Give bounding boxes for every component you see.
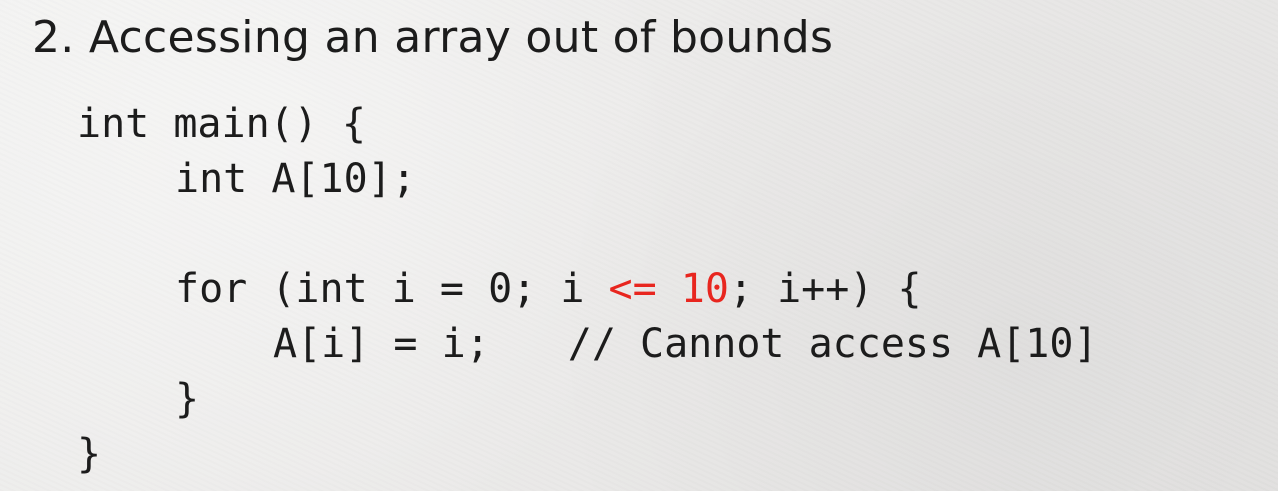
code-line-loop-close: }	[175, 376, 200, 422]
code-line-assignment: A[i] = i; // Cannot access A[10]	[77, 317, 1098, 372]
for-loop-prefix: for (int i = 0; i	[175, 266, 609, 312]
code-comment: // Cannot access A[10]	[567, 321, 1098, 367]
code-line-array-declaration: int A[10];	[175, 156, 416, 202]
code-line-main-close: }	[77, 431, 102, 477]
code-block: int main() { int A[10]; for (int i = 0; …	[77, 97, 1098, 482]
for-loop-suffix: ; i++) {	[728, 266, 922, 312]
loop-condition-highlight: <= 10	[608, 266, 729, 312]
code-line-main-signature: int main() {	[77, 101, 366, 147]
assignment-statement: A[i] = i;	[273, 321, 490, 367]
slide-title: 2. Accessing an array out of bounds	[32, 12, 834, 63]
code-line-for-loop: for (int i = 0; i <= 10; i++) {	[77, 262, 1098, 317]
